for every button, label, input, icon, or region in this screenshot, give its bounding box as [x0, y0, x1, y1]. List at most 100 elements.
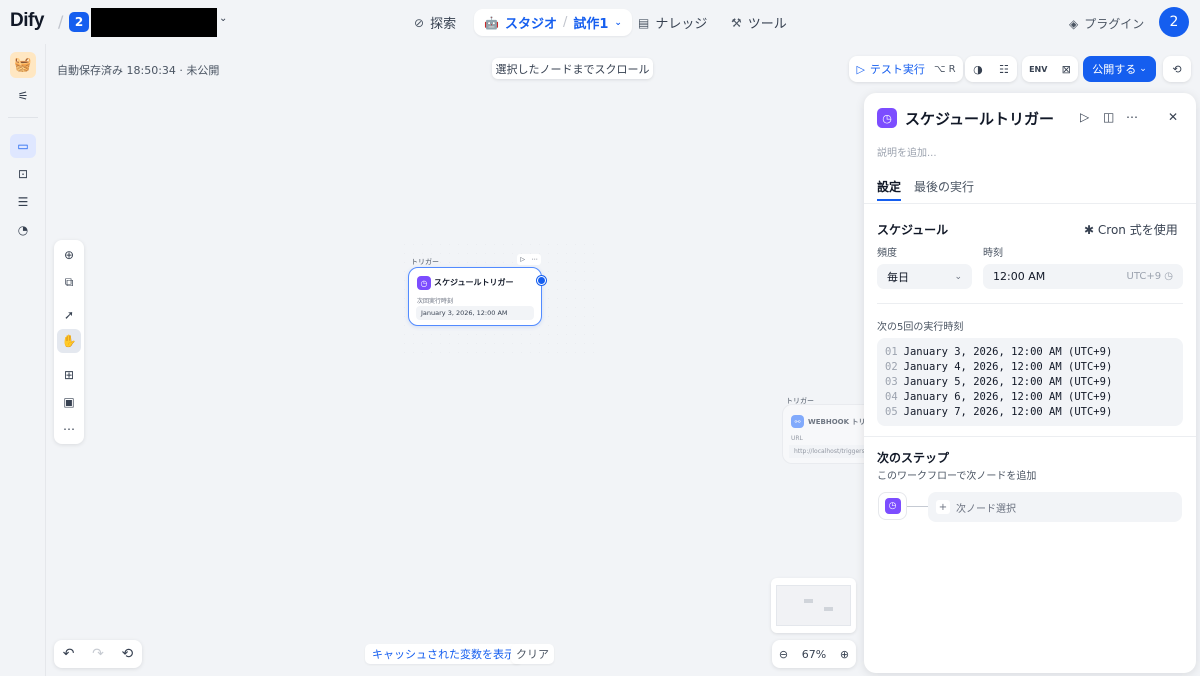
asterisk-icon: ✱ [1084, 223, 1095, 237]
nav-knowledge[interactable]: ▤ ナレッジ [638, 9, 707, 36]
next-step-sub: このワークフローで次ノードを追加 [877, 471, 1037, 482]
tab-settings[interactable]: 設定 [877, 178, 901, 195]
hand-icon[interactable]: ✋ [57, 329, 81, 353]
node-title: スケジュールトリガー [434, 278, 514, 287]
workflow-icon[interactable]: ▭ [10, 134, 36, 158]
monitor-icon[interactable]: ◔ [10, 218, 36, 242]
next-node-label: 次ノード選択 [956, 503, 1016, 515]
checklist-group: ◑ ☷ [965, 56, 1017, 82]
cube-icon: ◈ [1069, 16, 1079, 31]
clear-button[interactable]: クリア [511, 644, 554, 664]
close-icon[interactable]: ✕ [1168, 110, 1178, 124]
calendar-clock-icon: ◷ [884, 498, 901, 514]
node-output-handle[interactable] [537, 276, 546, 285]
zoom-level[interactable]: 67% [802, 648, 826, 661]
pointer-icon[interactable]: ➚ [57, 303, 81, 327]
webhook-icon: ⚯ [791, 415, 804, 428]
minimap-viewport [776, 585, 851, 626]
zoom-out-icon[interactable]: ⊖ [779, 648, 788, 661]
env-group: ENV ⊠ [1022, 56, 1078, 82]
nav-studio[interactable]: 🤖 スタジオ / 試作1 ⌄ [474, 9, 632, 36]
rail-divider [8, 117, 38, 118]
play-icon: ▷ [856, 62, 865, 76]
schedule-trigger-node[interactable]: ◷ スケジュールトリガー 次回実行時刻 January 3, 2026, 12:… [408, 267, 542, 326]
history-icon[interactable]: ⟲ [121, 646, 133, 662]
node-sub-label: URL [791, 435, 803, 442]
app-icon[interactable]: 🧺 [10, 52, 36, 78]
nav-explore[interactable]: ⊘ 探索 [414, 9, 456, 36]
calendar-clock-icon: ◷ [877, 108, 897, 128]
more-icon[interactable]: ⋯ [532, 256, 538, 263]
play-icon[interactable]: ▷ [1080, 110, 1089, 124]
node-actions: ▷ ⋯ [517, 254, 541, 265]
terminal-icon[interactable]: ⊡ [10, 162, 36, 186]
description-input[interactable]: 説明を追加... [877, 144, 937, 159]
run-row: 05 January 7, 2026, 12:00 AM (UTC+9) [885, 406, 1113, 418]
top-bar: Dify / 2 ⌄ ⊘ 探索 🤖 スタジオ / 試作1 ⌄ ▤ ナレッジ ⚒ … [0, 0, 1200, 44]
checklist-icon[interactable]: ◑ [973, 63, 983, 76]
tab-last-run[interactable]: 最後の実行 [914, 178, 974, 195]
history-controls: ↶ ↷ ⟲ [54, 640, 142, 668]
node-title: WEBHOOK トリガー [808, 418, 865, 426]
use-cron-button[interactable]: ✱ Cron 式を使用 [1084, 221, 1178, 238]
cron-label: Cron 式を使用 [1097, 223, 1178, 237]
add-node-icon[interactable]: ⊕ [57, 243, 81, 267]
connector-line [907, 506, 928, 507]
app-name[interactable]: 試作1 [573, 13, 608, 32]
workspace-badge[interactable]: 2 [69, 12, 89, 32]
avatar[interactable]: 2 [1159, 7, 1189, 37]
publish-button[interactable]: 公開する ⌄ [1083, 56, 1156, 82]
canvas-toolbar: ⊕ ⧉ ➚ ✋ ⊞ ▣ ⋯ [54, 240, 84, 444]
organize-icon[interactable]: ⊞ [57, 363, 81, 387]
sliders-icon[interactable]: ⚟ [10, 84, 36, 108]
add-note-icon[interactable]: ⧉ [57, 270, 81, 294]
workspace-name-redacted[interactable] [91, 8, 217, 37]
zoom-controls: ⊖ 67% ⊕ [772, 640, 856, 668]
next-node-select[interactable]: + 次ノード選択 [928, 492, 1182, 522]
webhook-trigger-node[interactable]: ⚯ WEBHOOK トリガー URL http://localhost/trig… [782, 404, 865, 464]
minimap[interactable] [771, 578, 856, 633]
run-row: 02 January 4, 2026, 12:00 AM (UTC+9) [885, 361, 1113, 373]
chevron-down-icon: ⌄ [954, 271, 962, 282]
time-picker[interactable]: 12:00 AM UTC+9 ◷ [983, 264, 1183, 289]
robot-icon: 🤖 [484, 15, 499, 30]
panel-title[interactable]: スケジュールトリガー [905, 108, 1054, 129]
zoom-in-icon[interactable]: ⊕ [840, 648, 849, 661]
scroll-to-node-button[interactable]: 選択したノードまでスクロール [492, 58, 653, 79]
frequency-select[interactable]: 毎日 ⌄ [877, 264, 972, 289]
hammer-icon: ⚒ [731, 15, 742, 30]
play-icon[interactable]: ▷ [520, 256, 525, 263]
more-icon[interactable]: ⋯ [57, 417, 81, 441]
node-config-panel: ◷ スケジュールトリガー ▷ ◫ ⋯ ✕ 説明を追加... 設定 最後の実行 ス… [864, 93, 1196, 673]
schedule-title: スケジュール [877, 223, 949, 237]
runs-title: 次の5回の実行時刻 [877, 322, 964, 333]
features-icon[interactable]: ☷ [999, 63, 1009, 76]
split-view-icon[interactable]: ◫ [1103, 110, 1114, 124]
plus-icon: + [936, 500, 950, 514]
chevron-down-icon[interactable]: ⌄ [219, 13, 227, 24]
version-history-icon[interactable]: ⟲ [1163, 56, 1191, 82]
redo-icon[interactable]: ↷ [92, 646, 104, 662]
run-row: 04 January 6, 2026, 12:00 AM (UTC+9) [885, 391, 1113, 403]
show-cached-variables-button[interactable]: キャッシュされた変数を表示 [365, 644, 522, 664]
node-url: http://localhost/triggers/webhook [789, 445, 865, 458]
divider [877, 303, 1183, 304]
nav-explore-label: 探索 [430, 17, 457, 32]
plugin-button[interactable]: ◈ プラグイン [1069, 15, 1144, 32]
calendar-clock-icon: ◷ [417, 276, 431, 290]
variables-icon[interactable]: ⊠ [1062, 63, 1071, 76]
more-icon[interactable]: ⋯ [1126, 110, 1138, 124]
workflow-canvas[interactable] [46, 44, 864, 676]
chevron-down-icon[interactable]: ⌄ [614, 18, 622, 28]
env-icon[interactable]: ENV [1029, 65, 1047, 74]
export-image-icon[interactable]: ▣ [57, 390, 81, 414]
timezone: UTC+9 [1126, 271, 1162, 282]
clock-icon: ◷ [1164, 271, 1173, 282]
test-run-label: テスト実行 [869, 63, 925, 76]
test-run-button[interactable]: ▷ テスト実行 ⌥ R [849, 56, 963, 82]
dify-logo[interactable]: Dify [10, 10, 44, 32]
nav-tools[interactable]: ⚒ ツール [731, 9, 787, 36]
undo-icon[interactable]: ↶ [63, 646, 75, 662]
logs-icon[interactable]: ☰ [10, 190, 36, 214]
nav-knowledge-label: ナレッジ [655, 17, 708, 32]
